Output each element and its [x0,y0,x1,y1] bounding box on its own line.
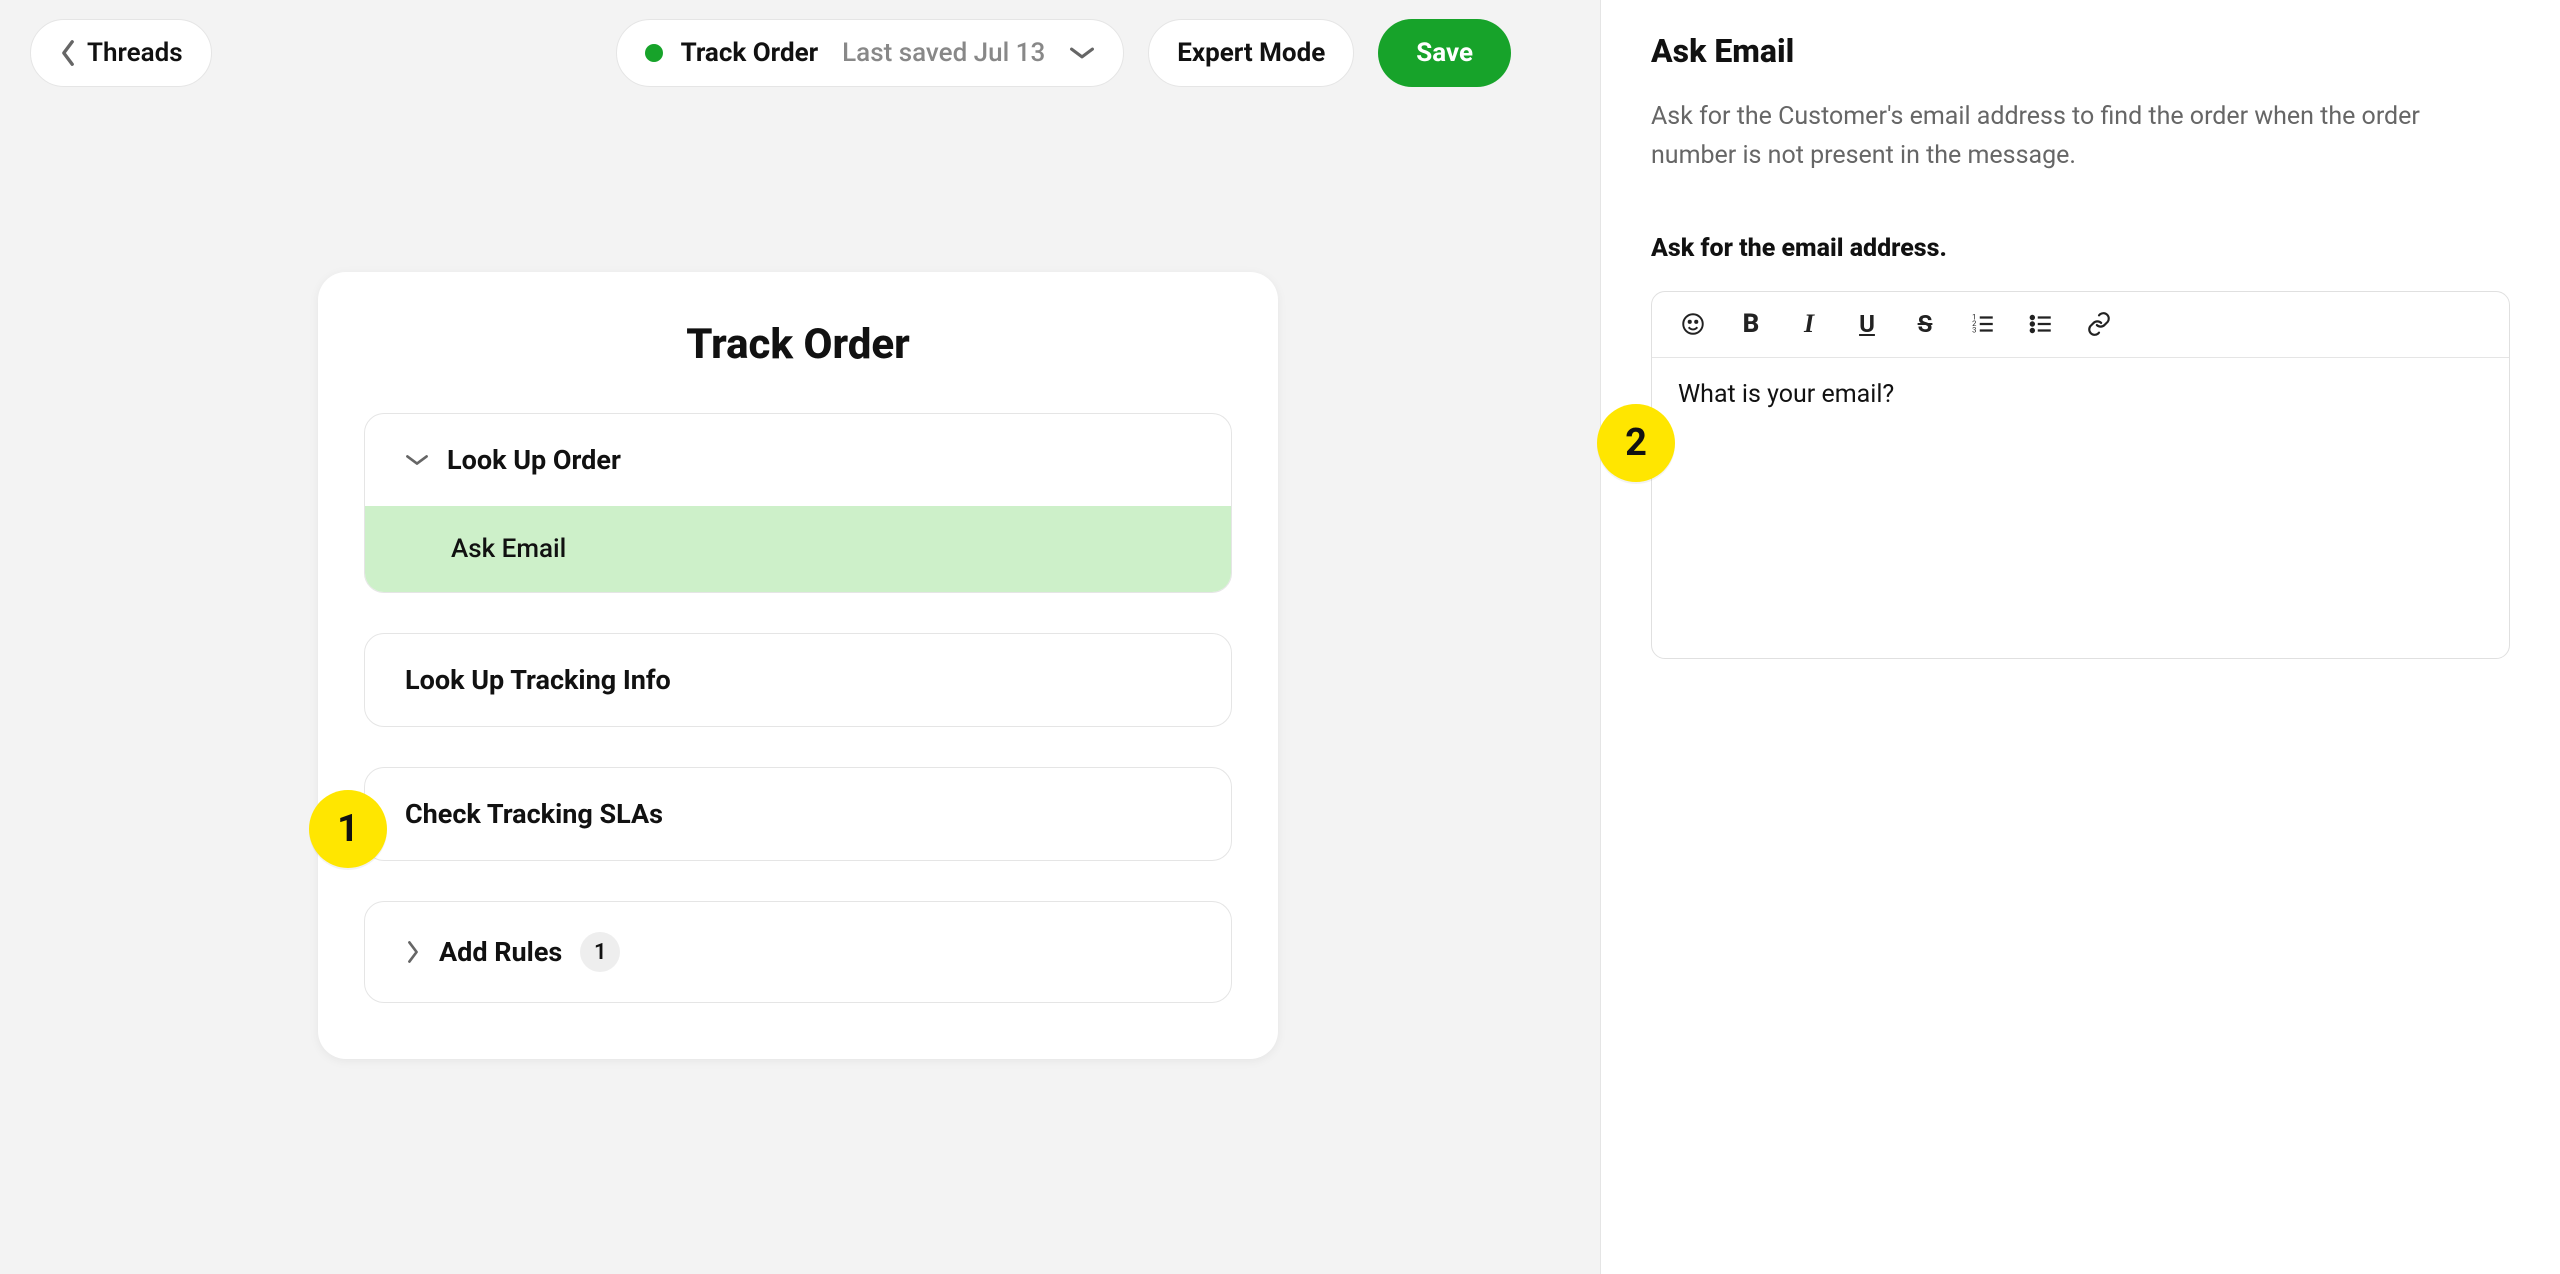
step-header-look-up-tracking-info[interactable]: Look Up Tracking Info [365,634,1231,726]
expert-mode-label: Expert Mode [1177,38,1325,68]
editor-body[interactable]: What is your email? [1652,358,2509,658]
chevron-left-icon [59,39,77,67]
editor-toolbar: B I U S 123 [1652,292,2509,358]
svg-text:3: 3 [1972,326,1976,335]
last-saved-text: Last saved Jul 13 [842,38,1045,68]
annotation-marker-2: 2 [1597,404,1675,482]
panel-description: Ask for the Customer's email address to … [1651,98,2510,176]
document-title: Track Order [681,38,819,68]
chevron-down-icon [1069,44,1095,62]
ordered-list-icon[interactable]: 123 [1954,295,2012,353]
step-label: Look Up Tracking Info [405,664,671,696]
status-dot-icon [645,44,663,62]
topbar: Threads Track Order Last saved Jul 13 Ex… [30,18,1570,88]
document-status-pill[interactable]: Track Order Last saved Jul 13 [616,19,1125,87]
flow-step: Check Tracking SLAs [364,767,1232,861]
threads-button[interactable]: Threads [30,19,212,87]
emoji-icon[interactable] [1664,295,1722,353]
step-label: Check Tracking SLAs [405,798,663,830]
annotation-marker-1: 1 [309,790,387,868]
flow-step: Look Up Order Ask Email [364,413,1232,593]
rule-count-badge: 1 [580,932,620,972]
step-label: Look Up Order [447,444,621,476]
flow-title: Track Order [364,320,1232,369]
flow-step: Look Up Tracking Info [364,633,1232,727]
text-editor: B I U S 123 [1651,291,2510,659]
flow-step: Add Rules 1 [364,901,1232,1003]
flow-card: Track Order Look Up Order Ask Email Look… [318,272,1278,1059]
panel-title: Ask Email [1651,32,2510,70]
right-panel: Ask Email Ask for the Customer's email a… [1600,0,2560,1274]
expert-mode-button[interactable]: Expert Mode [1148,19,1354,87]
save-label: Save [1416,38,1473,68]
underline-icon[interactable]: U [1838,295,1896,353]
unordered-list-icon[interactable] [2012,295,2070,353]
threads-label: Threads [87,38,183,68]
link-icon[interactable] [2070,295,2128,353]
save-button[interactable]: Save [1378,19,1511,87]
bold-icon[interactable]: B [1722,295,1780,353]
step-sub-label: Ask Email [451,534,566,564]
step-header-look-up-order[interactable]: Look Up Order [365,414,1231,506]
step-label: Add Rules [439,936,562,968]
panel-subhead: Ask for the email address. [1651,234,2510,263]
step-sub-ask-email[interactable]: Ask Email [365,506,1231,592]
strikethrough-icon[interactable]: S [1896,295,1954,353]
chevron-right-icon [405,940,421,964]
step-header-check-tracking-slas[interactable]: Check Tracking SLAs [365,768,1231,860]
italic-icon[interactable]: I [1780,295,1838,353]
step-header-add-rules[interactable]: Add Rules 1 [365,902,1231,1002]
chevron-down-icon [405,452,429,468]
main-canvas: Threads Track Order Last saved Jul 13 Ex… [0,0,1600,1274]
